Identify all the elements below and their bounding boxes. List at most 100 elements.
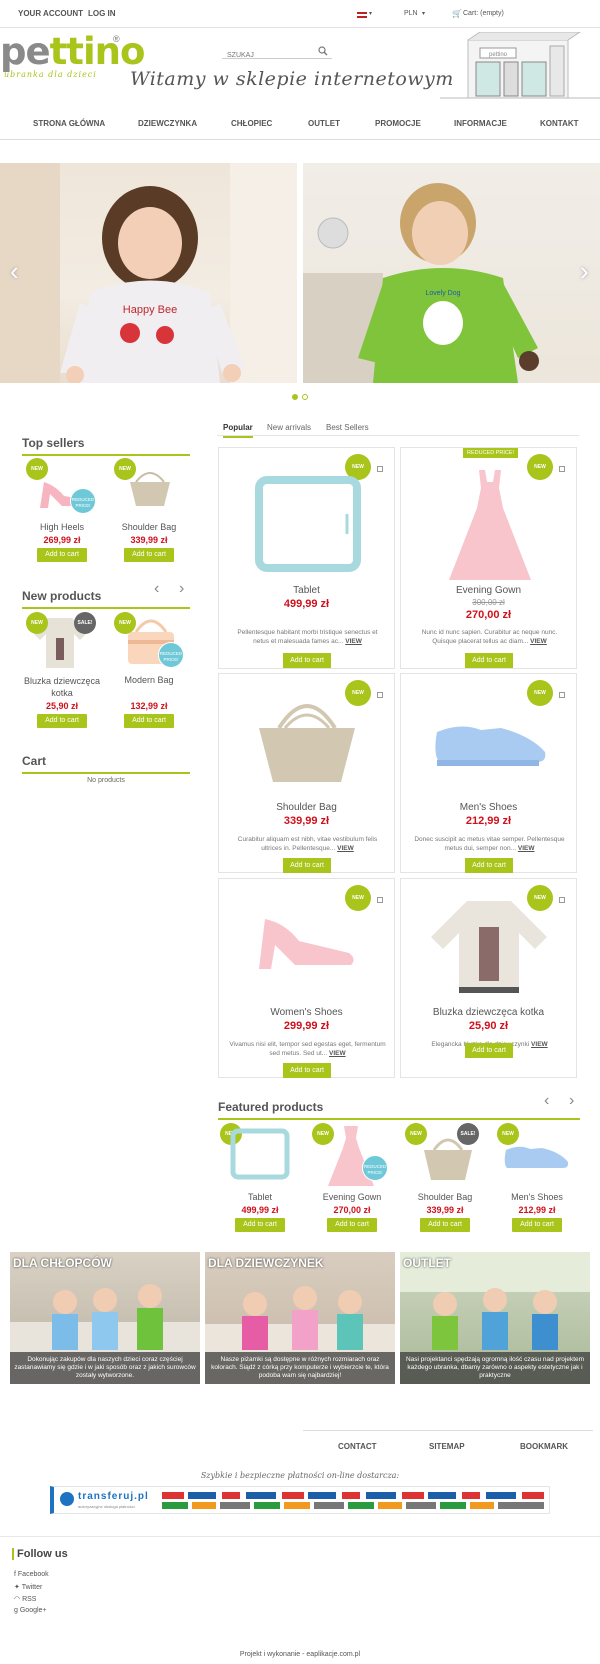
add-to-cart-button[interactable]: Add to cart [124,714,174,728]
add-to-cart-button[interactable]: Add to cart [283,858,331,873]
product-name[interactable]: Tablet [219,585,394,596]
slider-next-arrow-icon[interactable]: › [580,256,589,287]
banner-boys[interactable]: DLA CHŁOPCÓW Dokonując zakupów dla naszy… [10,1252,200,1384]
product-view-link[interactable]: VIEW [329,1050,346,1057]
top-seller-name[interactable]: High Heels [28,522,96,532]
shoulder-bag-image[interactable] [420,1134,476,1182]
new-product-name[interactable]: Modern Bag [114,675,184,685]
nav-item-information[interactable]: INFORMACJE [454,119,507,128]
top-seller-name[interactable]: Shoulder Bag [114,522,184,532]
slide-image-girl[interactable]: Happy Bee [0,163,297,383]
tablet-image[interactable] [230,1128,290,1180]
add-to-cart-button[interactable]: Add to cart [327,1218,377,1232]
footer-link-bookmark[interactable]: BOOKMARK [520,1442,568,1451]
add-to-cart-button[interactable]: Add to cart [512,1218,562,1232]
product-name[interactable]: Bluzka dziewczęca kotka [401,1007,576,1018]
compare-checkbox[interactable] [559,692,565,698]
product-view-link[interactable]: VIEW [337,845,354,852]
product-view-link[interactable]: VIEW [518,845,535,852]
product-name[interactable]: Women's Shoes [219,1007,394,1018]
search-icon[interactable] [318,46,328,56]
twitter-link[interactable]: ✦ Twitter [14,1583,42,1591]
compare-checkbox[interactable] [377,692,383,698]
compare-checkbox[interactable] [559,897,565,903]
banner-girls[interactable]: DLA DZIEWCZYNEK Nasze piżamki są dostępn… [205,1252,395,1384]
cart-summary[interactable]: Cart: (empty) [463,10,504,17]
banner-title: DLA DZIEWCZYNEK [208,1256,324,1270]
featured-next-icon[interactable]: › [569,1092,574,1110]
mens-shoes-image[interactable] [431,714,549,774]
slide-image-boy[interactable]: Lovely Dog [303,163,600,383]
new-products-prev-icon[interactable]: ‹ [154,580,159,598]
slider-prev-arrow-icon[interactable]: ‹ [10,256,19,287]
nav-item-promotions[interactable]: PROMOCJE [375,119,421,128]
add-to-cart-button[interactable]: Add to cart [37,548,87,562]
tab-popular[interactable]: Popular [223,423,253,438]
add-to-cart-button[interactable]: Add to cart [465,858,513,873]
featured-name[interactable]: Tablet [226,1192,294,1202]
add-to-cart-button[interactable]: Add to cart [465,653,513,668]
new-product-name[interactable]: Bluzka dziewczęca kotka [20,675,104,699]
shop-illustration: pettino [440,32,600,99]
womens-shoes-image[interactable] [255,913,359,973]
product-card[interactable]: REDUCED PRICE! NEW Evening Gown 300,00 z… [400,447,577,669]
add-to-cart-button[interactable]: Add to cart [235,1218,285,1232]
google-plus-link[interactable]: g Google+ [14,1607,47,1614]
new-product-price: 132,99 zł [130,701,168,711]
add-to-cart-button[interactable]: Add to cart [465,1043,513,1058]
tab-best-sellers[interactable]: Best Sellers [326,423,369,432]
product-name[interactable]: Men's Shoes [401,802,576,813]
cart-icon[interactable]: 🛒 [452,9,462,18]
product-view-link[interactable]: VIEW [530,638,547,645]
product-card[interactable]: NEW Bluzka dziewczęca kotka 25,90 zł Ele… [400,878,577,1078]
your-account-link[interactable]: YOUR ACCOUNT [18,9,83,18]
slider-dot-active[interactable] [292,394,298,400]
nav-item-boy[interactable]: CHŁOPIEC [231,119,272,128]
mens-shoes-image[interactable] [502,1140,570,1174]
nav-item-contact[interactable]: KONTAKT [540,119,579,128]
slider-dot[interactable] [302,394,308,400]
product-card[interactable]: NEW Women's Shoes 299,99 zł Vivamus nisi… [218,878,395,1078]
nav-item-home[interactable]: STRONA GŁÓWNA [33,119,105,128]
featured-prev-icon[interactable]: ‹ [544,1092,549,1110]
add-to-cart-button[interactable]: Add to cart [37,714,87,728]
product-name[interactable]: Evening Gown [401,585,576,596]
footer-link-sitemap[interactable]: SITEMAP [429,1442,465,1451]
banner-outlet[interactable]: OUTLET Nasi projektanci spędzają ogromną… [400,1252,590,1384]
featured-name[interactable]: Evening Gown [318,1192,386,1202]
tab-new-arrivals[interactable]: New arrivals [267,423,311,432]
featured-name[interactable]: Men's Shoes [502,1192,572,1202]
product-price: 212,99 zł [465,815,512,827]
add-to-cart-button[interactable]: Add to cart [283,1063,331,1078]
product-card[interactable]: NEW Men's Shoes 212,99 zł Donec suscipit… [400,673,577,873]
product-view-link[interactable]: VIEW [531,1041,548,1048]
cart-empty-text: No products [87,777,125,784]
search-input[interactable] [222,49,310,62]
footer-link-contact[interactable]: CONTACT [338,1442,377,1451]
login-link[interactable]: LOG IN [88,9,116,18]
facebook-link[interactable]: f Facebook [14,1571,49,1578]
nav-item-girl[interactable]: DZIEWCZYNKA [138,119,197,128]
compare-checkbox[interactable] [377,466,383,472]
product-card[interactable]: NEW Tablet 499,99 zł Pellentesque habita… [218,447,395,669]
add-to-cart-button[interactable]: Add to cart [124,548,174,562]
compare-checkbox[interactable] [559,466,565,472]
new-products-next-icon[interactable]: › [179,580,184,598]
add-to-cart-button[interactable]: Add to cart [420,1218,470,1232]
evening-gown-image[interactable] [447,468,533,582]
rss-link[interactable]: ◠ RSS [14,1595,36,1603]
add-to-cart-button[interactable]: Add to cart [283,653,331,668]
logo[interactable]: pettino [0,30,145,73]
nav-item-outlet[interactable]: OUTLET [308,119,340,128]
product-card[interactable]: NEW Shoulder Bag 339,99 zł Curabitur ali… [218,673,395,873]
currency-selector[interactable]: PLN [404,10,418,17]
product-view-link[interactable]: VIEW [345,638,362,645]
featured-name[interactable]: Shoulder Bag [410,1192,480,1202]
tablet-image[interactable] [255,476,361,572]
compare-checkbox[interactable] [377,897,383,903]
shoulder-bag-image[interactable] [255,698,359,786]
product-name[interactable]: Shoulder Bag [219,802,394,813]
flag-us-icon[interactable] [357,12,367,18]
blouse-image[interactable] [427,897,551,997]
language-chevron-icon[interactable]: ▾ [369,10,372,17]
